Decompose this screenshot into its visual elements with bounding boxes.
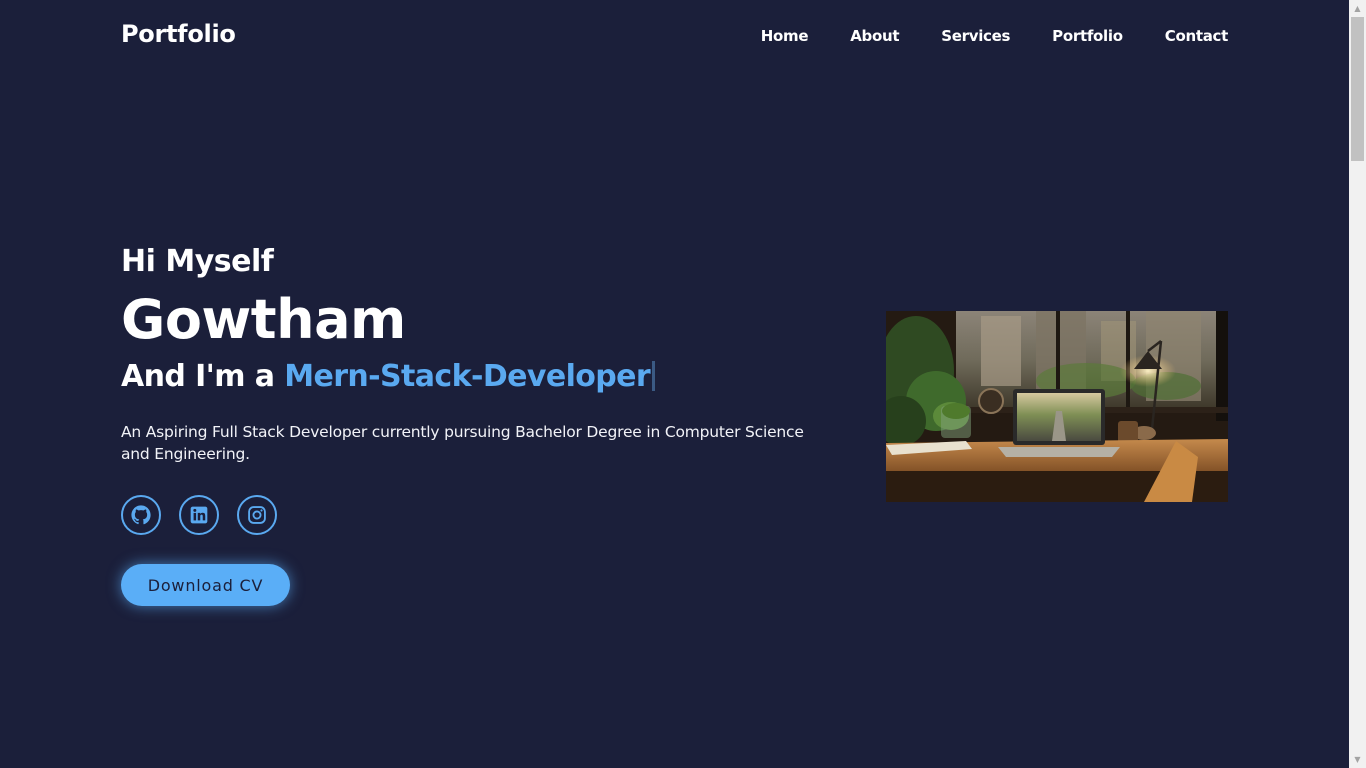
- hero-greeting: Hi Myself: [121, 244, 274, 279]
- hero-workspace-image: [886, 311, 1228, 502]
- hero-role-highlight: Mern-Stack-Developer: [284, 359, 651, 394]
- page-scrollbar[interactable]: ▲ ▼: [1349, 0, 1366, 768]
- nav-services[interactable]: Services: [941, 27, 1010, 45]
- nav-about[interactable]: About: [850, 27, 899, 45]
- social-links: [121, 495, 295, 535]
- site-header: Portfolio Home About Services Portfolio …: [0, 0, 1349, 74]
- workspace-illustration: [886, 311, 1228, 502]
- scroll-thumb[interactable]: [1351, 17, 1364, 161]
- hero-role: And I'm a Mern-Stack-Developer: [121, 359, 656, 394]
- logo[interactable]: Portfolio: [121, 20, 236, 48]
- linkedin-link[interactable]: [179, 495, 219, 535]
- github-link[interactable]: [121, 495, 161, 535]
- page: Portfolio Home About Services Portfolio …: [0, 0, 1349, 768]
- linkedin-icon: [190, 506, 208, 524]
- hero-description: An Aspiring Full Stack Developer current…: [121, 423, 804, 463]
- download-cv-button[interactable]: Download CV: [121, 564, 290, 606]
- nav-home[interactable]: Home: [761, 27, 809, 45]
- nav-portfolio[interactable]: Portfolio: [1052, 27, 1123, 45]
- hero-name: Gowtham: [121, 288, 406, 351]
- scroll-down-arrow-icon[interactable]: ▼: [1349, 751, 1366, 768]
- nav-contact[interactable]: Contact: [1165, 27, 1229, 45]
- github-icon: [131, 505, 151, 525]
- instagram-link[interactable]: [237, 495, 277, 535]
- scroll-up-arrow-icon[interactable]: ▲: [1349, 0, 1366, 17]
- typing-cursor: [652, 361, 656, 391]
- instagram-icon: [248, 506, 266, 524]
- hero-role-prefix: And I'm a: [121, 359, 285, 394]
- main-nav: Home About Services Portfolio Contact: [761, 27, 1229, 45]
